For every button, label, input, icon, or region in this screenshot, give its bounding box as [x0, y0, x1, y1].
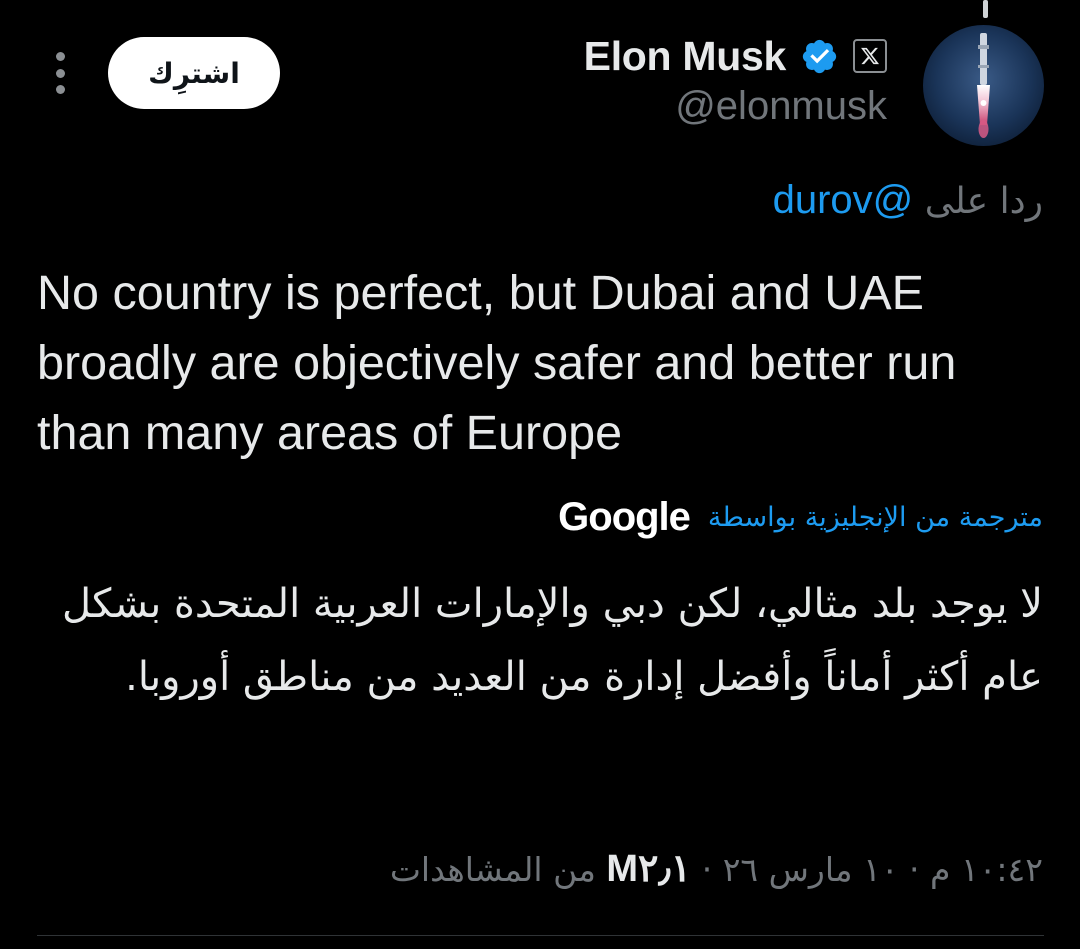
views-label: من المشاهدات: [389, 850, 596, 889]
more-vertical-icon[interactable]: [52, 52, 68, 94]
more-dot: [55, 68, 65, 78]
translation-attribution: مترجمة من الإنجليزية بواسطة Google: [558, 493, 1043, 541]
translated-text: لا يوجد بلد مثالي، لكن دبي والإمارات الع…: [62, 581, 1043, 700]
author-display-name[interactable]: Elon Musk: [584, 33, 787, 80]
scroll-indicator: [983, 0, 988, 18]
meta-separator: ·: [909, 850, 920, 889]
author-name-row: Elon Musk: [584, 28, 887, 84]
reply-prefix: ردا على: [924, 181, 1043, 222]
x-logo-icon[interactable]: [853, 39, 887, 73]
avatar[interactable]: [923, 25, 1044, 146]
tweet-time[interactable]: ١٠:٤٢ م: [930, 850, 1043, 889]
subscribe-button[interactable]: اشترِك: [108, 37, 280, 109]
tweet-meta: ١٠:٤٢ م · ١٠ مارس ٢٦ · M٢٫١ من المشاهدات: [390, 846, 1043, 891]
translated-by-link[interactable]: مترجمة من الإنجليزية بواسطة: [708, 502, 1043, 533]
tweet-text: No country is perfect, but Dubai and UAE…: [37, 266, 957, 460]
avatar-image: [923, 25, 1044, 146]
google-logo: Google: [558, 494, 691, 539]
tweet-date[interactable]: ١٠ مارس ٢٦: [723, 850, 899, 889]
more-dot: [55, 52, 65, 61]
meta-separator: ·: [701, 850, 713, 889]
views-count[interactable]: M٢٫١: [606, 848, 691, 890]
author-handle[interactable]: @elonmusk: [675, 84, 887, 129]
more-dot: [55, 85, 65, 94]
reply-mention-link[interactable]: @durov: [773, 178, 914, 222]
verified-badge-icon[interactable]: [800, 37, 839, 76]
reply-context: ردا على @durov: [773, 178, 1043, 223]
divider: [37, 935, 1044, 936]
